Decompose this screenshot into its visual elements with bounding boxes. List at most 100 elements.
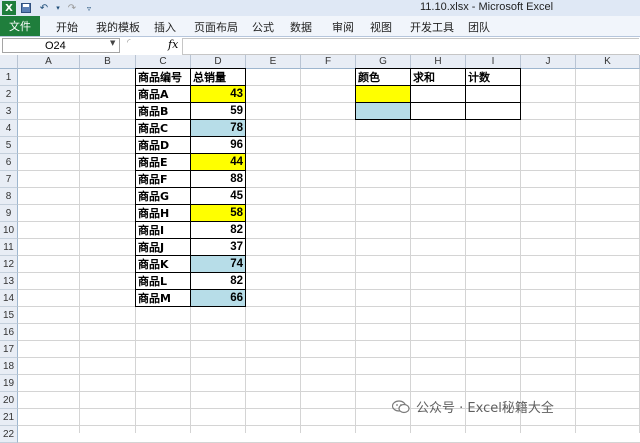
- name-box-dropdown-icon[interactable]: ▼: [110, 39, 115, 47]
- sales-value-cell[interactable]: 74: [190, 255, 246, 273]
- row-header[interactable]: 22: [0, 426, 18, 443]
- row-header[interactable]: 13: [0, 273, 18, 290]
- sales-value-cell[interactable]: 43: [190, 85, 246, 103]
- count-result-cell[interactable]: [465, 102, 521, 120]
- product-name-cell[interactable]: 商品J: [135, 238, 191, 256]
- column-header[interactable]: K: [576, 55, 640, 69]
- gridline: [575, 69, 576, 433]
- gridline: [520, 69, 521, 433]
- product-name-cell[interactable]: 商品L: [135, 272, 191, 290]
- row-header[interactable]: 9: [0, 205, 18, 222]
- ribbon-tab[interactable]: 插入: [154, 19, 176, 35]
- product-name-cell[interactable]: 商品M: [135, 289, 191, 307]
- undo-dropdown-icon[interactable]: ▾: [54, 1, 62, 15]
- count-result-cell[interactable]: [465, 85, 521, 103]
- row-header[interactable]: 11: [0, 239, 18, 256]
- row-header[interactable]: 3: [0, 103, 18, 120]
- sales-value-cell[interactable]: 58: [190, 204, 246, 222]
- formula-cancel-icon[interactable]: ◜: [127, 38, 131, 48]
- header-cell-total-sales[interactable]: 总销量: [190, 68, 246, 86]
- redo-icon[interactable]: ↷: [66, 1, 78, 15]
- product-name-cell[interactable]: 商品A: [135, 85, 191, 103]
- customize-quick-access-icon[interactable]: ▿: [84, 1, 94, 15]
- sales-value-cell[interactable]: 88: [190, 170, 246, 188]
- ribbon-tab[interactable]: 审阅: [332, 19, 354, 35]
- ribbon-tab[interactable]: 数据: [290, 19, 312, 35]
- row-header[interactable]: 1: [0, 69, 18, 86]
- ribbon-tab[interactable]: 公式: [252, 19, 274, 35]
- column-header[interactable]: H: [411, 55, 466, 69]
- color-sample-cell[interactable]: [355, 102, 411, 120]
- gridline: [18, 221, 640, 222]
- product-name-cell[interactable]: 商品H: [135, 204, 191, 222]
- sales-value-cell[interactable]: 66: [190, 289, 246, 307]
- row-header[interactable]: 21: [0, 409, 18, 426]
- insert-function-button[interactable]: fx: [168, 38, 178, 51]
- row-header[interactable]: 12: [0, 256, 18, 273]
- column-header[interactable]: E: [246, 55, 301, 69]
- product-name-cell[interactable]: 商品D: [135, 136, 191, 154]
- summary-header-cell[interactable]: 计数: [465, 68, 521, 86]
- formula-input[interactable]: [182, 38, 639, 55]
- ribbon-tab[interactable]: 视图: [370, 19, 392, 35]
- row-header[interactable]: 20: [0, 392, 18, 409]
- product-name-cell[interactable]: 商品G: [135, 187, 191, 205]
- sum-result-cell[interactable]: [410, 85, 466, 103]
- gridline: [18, 425, 640, 426]
- row-header[interactable]: 6: [0, 154, 18, 171]
- product-name-cell[interactable]: 商品K: [135, 255, 191, 273]
- product-name-cell[interactable]: 商品C: [135, 119, 191, 137]
- row-header[interactable]: 18: [0, 358, 18, 375]
- row-header[interactable]: 17: [0, 341, 18, 358]
- column-header[interactable]: B: [80, 55, 136, 69]
- sales-value-cell[interactable]: 78: [190, 119, 246, 137]
- sales-value-cell[interactable]: 82: [190, 272, 246, 290]
- sales-value-cell[interactable]: 37: [190, 238, 246, 256]
- column-header[interactable]: D: [191, 55, 246, 69]
- row-header[interactable]: 15: [0, 307, 18, 324]
- row-header[interactable]: 4: [0, 120, 18, 137]
- undo-icon[interactable]: ↶: [38, 1, 50, 15]
- product-name-cell[interactable]: 商品I: [135, 221, 191, 239]
- product-name-cell[interactable]: 商品B: [135, 102, 191, 120]
- column-header[interactable]: J: [521, 55, 576, 69]
- column-header[interactable]: G: [356, 55, 411, 69]
- row-header[interactable]: 2: [0, 86, 18, 103]
- gridline: [18, 289, 640, 290]
- column-header[interactable]: A: [18, 55, 80, 69]
- row-header[interactable]: 19: [0, 375, 18, 392]
- sales-value-cell[interactable]: 45: [190, 187, 246, 205]
- color-sample-cell[interactable]: [355, 85, 411, 103]
- sales-value-cell[interactable]: 44: [190, 153, 246, 171]
- gridline: [18, 306, 640, 307]
- sales-value-cell[interactable]: 59: [190, 102, 246, 120]
- ribbon-tab[interactable]: 页面布局: [194, 19, 238, 35]
- product-name-cell[interactable]: 商品E: [135, 153, 191, 171]
- row-header[interactable]: 8: [0, 188, 18, 205]
- tab-file[interactable]: 文件: [0, 16, 40, 36]
- summary-header-cell[interactable]: 颜色: [355, 68, 411, 86]
- column-header[interactable]: C: [136, 55, 191, 69]
- column-header[interactable]: I: [466, 55, 521, 69]
- sales-value-cell[interactable]: 82: [190, 221, 246, 239]
- column-header[interactable]: F: [301, 55, 356, 69]
- row-header[interactable]: 16: [0, 324, 18, 341]
- ribbon-tab[interactable]: 开始: [56, 19, 78, 35]
- ribbon-tab[interactable]: 我的模板: [96, 19, 140, 35]
- sum-result-cell[interactable]: [410, 102, 466, 120]
- ribbon-tab[interactable]: 团队: [468, 19, 490, 35]
- summary-header-cell[interactable]: 求和: [410, 68, 466, 86]
- row-header[interactable]: 14: [0, 290, 18, 307]
- row-header[interactable]: 10: [0, 222, 18, 239]
- select-all-corner[interactable]: [0, 55, 18, 69]
- window-title: 11.10.xlsx - Microsoft Excel: [420, 1, 554, 13]
- save-icon[interactable]: [20, 1, 32, 15]
- gridline: [18, 204, 640, 205]
- name-box[interactable]: O24: [2, 38, 120, 53]
- ribbon-tab[interactable]: 开发工具: [410, 19, 454, 35]
- row-header[interactable]: 7: [0, 171, 18, 188]
- sales-value-cell[interactable]: 96: [190, 136, 246, 154]
- product-name-cell[interactable]: 商品F: [135, 170, 191, 188]
- header-cell-product-id[interactable]: 商品编号: [135, 68, 191, 86]
- row-header[interactable]: 5: [0, 137, 18, 154]
